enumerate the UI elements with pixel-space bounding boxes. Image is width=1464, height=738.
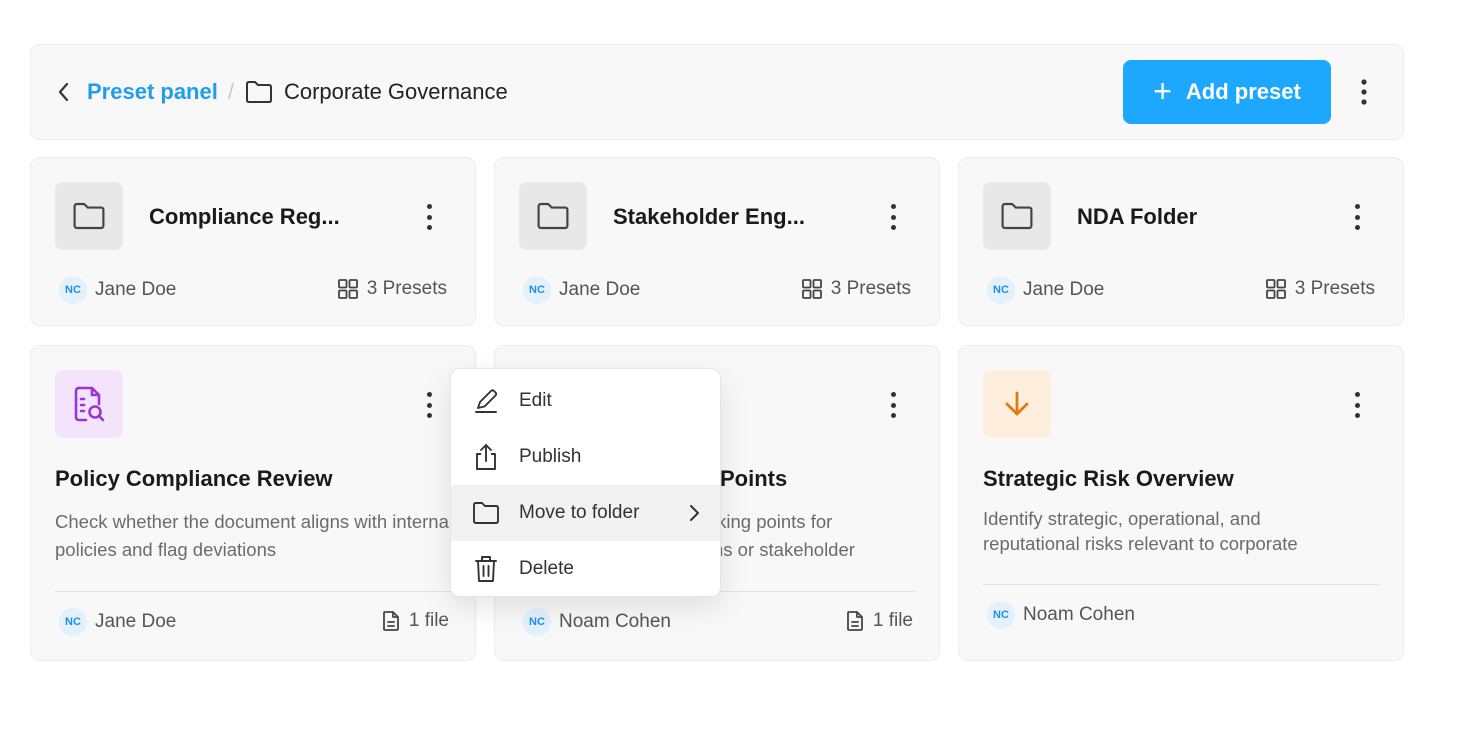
avatar: NC — [987, 601, 1015, 629]
menu-item-publish[interactable]: Publish — [451, 429, 720, 485]
preset-description: Check whether the document aligns with i… — [55, 511, 453, 560]
menu-item-delete[interactable]: Delete — [451, 541, 720, 597]
folder-icon — [983, 182, 1051, 250]
folder-owner: NC Jane Doe — [59, 276, 176, 304]
menu-item-label: Edit — [519, 390, 552, 411]
preset-description-line: lking points for — [713, 511, 833, 532]
folder-more-icon[interactable] — [421, 202, 437, 232]
avatar: NC — [59, 276, 87, 304]
preset-count-label: 3 Presets — [366, 278, 447, 299]
folder-icon — [244, 80, 274, 104]
divider — [55, 591, 451, 592]
preset-owner: NC Noam Cohen — [987, 601, 1135, 629]
folder-card[interactable]: NDA Folder NC Jane Doe 3 Presets — [958, 157, 1404, 326]
file-count-label: 1 file — [408, 610, 449, 631]
trash-icon — [471, 554, 501, 584]
divider — [983, 584, 1379, 585]
owner-name: Jane Doe — [95, 611, 177, 632]
grid-icon — [1265, 279, 1286, 299]
preset-file-count: 1 file — [381, 610, 449, 632]
preset-description: Identify strategic, operational, and rep… — [983, 508, 1298, 554]
menu-item-label: Publish — [519, 446, 582, 467]
owner-name: Jane Doe — [1023, 279, 1105, 300]
preset-file-count: 1 file — [845, 610, 913, 632]
add-preset-button[interactable]: + Add preset — [1123, 60, 1331, 124]
folder-more-icon[interactable] — [885, 202, 901, 232]
preset-more-icon[interactable] — [885, 390, 901, 420]
owner-name: Jane Doe — [559, 279, 641, 300]
folder-preset-count: 3 Presets — [337, 278, 447, 300]
folder-preset-count: 3 Presets — [1265, 278, 1375, 300]
folder-more-icon[interactable] — [1349, 202, 1365, 232]
folder-owner: NC Jane Doe — [523, 276, 640, 304]
grid-icon — [801, 279, 822, 299]
avatar: NC — [523, 608, 551, 636]
folder-icon — [471, 498, 501, 528]
preset-title: Points — [720, 466, 788, 491]
back-chevron-icon[interactable] — [55, 82, 73, 102]
preset-count-label: 3 Presets — [1294, 278, 1375, 299]
preset-count-label: 3 Presets — [830, 278, 911, 299]
preset-more-icon[interactable] — [1349, 390, 1365, 420]
breadcrumb-separator: / — [227, 79, 234, 104]
preset-description: lking points for ns or stakeholder — [713, 508, 855, 564]
menu-item-label: Move to folder — [519, 502, 640, 523]
avatar: NC — [59, 608, 87, 636]
file-icon — [846, 611, 863, 631]
breadcrumb-root-link[interactable]: Preset panel — [87, 79, 218, 105]
menu-item-edit[interactable]: Edit — [451, 373, 720, 429]
plus-icon: + — [1153, 72, 1172, 109]
folder-card[interactable]: Stakeholder Eng... NC Jane Doe 3 Presets — [494, 157, 940, 326]
owner-name: Jane Doe — [95, 279, 177, 300]
folder-name: Stakeholder Eng... — [613, 204, 805, 229]
context-menu: Edit Publish Move to folder Delete — [450, 368, 721, 597]
preset-more-icon[interactable] — [421, 390, 437, 420]
preset-owner: NC Noam Cohen — [523, 608, 671, 636]
pencil-icon — [471, 386, 501, 416]
preset-card[interactable]: Strategic Risk Overview Identify strateg… — [958, 345, 1404, 661]
folder-name: Compliance Reg... — [149, 204, 340, 229]
preset-owner: NC Jane Doe — [59, 608, 176, 636]
owner-name: Noam Cohen — [1023, 604, 1135, 625]
owner-name: Noam Cohen — [559, 611, 671, 632]
avatar: NC — [987, 276, 1015, 304]
grid-icon — [337, 279, 358, 299]
preset-card[interactable]: Policy Compliance Review Check whether t… — [30, 345, 476, 661]
chevron-right-icon — [688, 504, 700, 522]
breadcrumb-current: Corporate Governance — [283, 79, 508, 104]
arrow-down-icon — [983, 370, 1051, 438]
folder-icon — [519, 182, 587, 250]
avatar: NC — [523, 276, 551, 304]
file-count-label: 1 file — [872, 610, 913, 631]
preset-description-line: ns or stakeholder — [713, 539, 855, 560]
folder-icon — [55, 182, 123, 250]
preset-title: Strategic Risk Overview — [983, 466, 1234, 491]
upload-icon — [471, 442, 501, 472]
folder-card[interactable]: Compliance Reg... NC Jane Doe 3 Presets — [30, 157, 476, 326]
folder-owner: NC Jane Doe — [987, 276, 1104, 304]
file-icon — [382, 611, 399, 631]
folder-name: NDA Folder — [1077, 204, 1198, 229]
menu-item-move-to-folder[interactable]: Move to folder — [451, 485, 720, 541]
preset-title: Policy Compliance Review — [55, 466, 333, 491]
more-options-icon[interactable] — [1349, 72, 1379, 112]
add-preset-label: Add preset — [1185, 79, 1301, 104]
document-search-icon — [55, 370, 123, 438]
page-header: Preset panel / Corporate Governance + Ad… — [30, 44, 1404, 140]
folder-preset-count: 3 Presets — [801, 278, 911, 300]
menu-item-label: Delete — [519, 558, 574, 579]
